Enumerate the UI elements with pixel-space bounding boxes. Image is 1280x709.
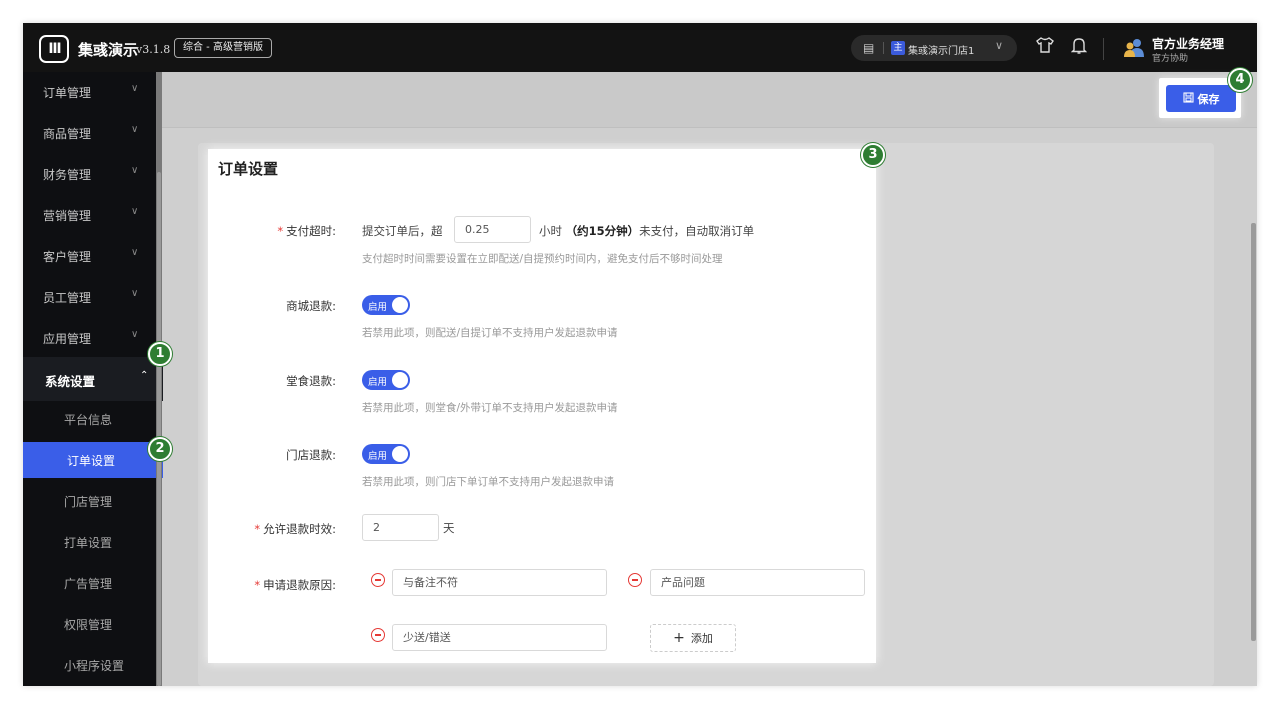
chevron-up-icon: ⌃: [140, 370, 149, 381]
step-badge-4: 4: [1228, 68, 1252, 92]
payment-timeout-hint: 支付超时时间需要设置在立即配送/自提预约时间内，避免支付后不够时间处理: [362, 253, 723, 265]
sidebar-item-apps[interactable]: 应用管理 ∨: [23, 318, 156, 359]
chevron-down-icon: ∨: [131, 165, 139, 176]
sidebar-subitem-miniprogram[interactable]: 小程序设置: [23, 647, 156, 683]
sidebar-subitem-ad-management[interactable]: 广告管理: [23, 565, 156, 601]
sidebar-item-marketing[interactable]: 营销管理 ∨: [23, 195, 156, 236]
store-icon: ▤: [863, 41, 875, 55]
store-refund-hint: 若禁用此项，则门店下单订单不支持用户发起退款申请: [362, 476, 614, 488]
remove-reason-icon[interactable]: [371, 573, 385, 587]
mall-refund-toggle[interactable]: 启用: [362, 295, 410, 315]
app-window: Ⅲ 集彧演示 v3.1.8 综合 - 高级营销版 ▤ 主 集彧演示门店1 ∨ 官…: [23, 23, 1257, 686]
dinein-refund-toggle[interactable]: 启用: [362, 370, 410, 390]
bell-icon[interactable]: [1070, 37, 1088, 59]
sidebar-item-system-settings[interactable]: 系统设置 ⌃: [23, 357, 163, 401]
user-name[interactable]: 官方业务经理: [1152, 35, 1224, 52]
chevron-down-icon: ∨: [131, 288, 139, 299]
app-logo: Ⅲ: [39, 35, 69, 63]
add-reason-button[interactable]: + 添加: [650, 624, 736, 652]
dinein-refund-hint: 若禁用此项，则堂食/外带订单不支持用户发起退款申请: [362, 402, 618, 414]
chevron-down-icon: ∨: [131, 247, 139, 258]
sidebar-subitem-order-settings[interactable]: 订单设置: [23, 442, 163, 478]
order-settings-card: 订单设置 * 支付超时: 提交订单后，超 0.25 小时 （约15分钟）未支付，自…: [208, 149, 876, 663]
step-badge-3: 3: [861, 143, 885, 167]
save-button[interactable]: 保存: [1166, 85, 1236, 112]
plan-badge: 综合 - 高级营销版: [174, 38, 272, 58]
sidebar-item-orders[interactable]: 订单管理 ∨: [23, 72, 156, 113]
remove-reason-icon[interactable]: [628, 573, 642, 587]
app-version: v3.1.8: [136, 43, 171, 56]
chevron-down-icon: ∨: [131, 329, 139, 340]
store-name: 集彧演示门店1: [908, 46, 975, 57]
refund-window-label: * 允许退款时效:: [254, 522, 336, 536]
payment-timeout-note: （约15分钟）: [565, 224, 640, 238]
sidebar-item-products[interactable]: 商品管理 ∨: [23, 113, 156, 154]
refund-window-input[interactable]: 2: [362, 514, 439, 541]
mall-refund-hint: 若禁用此项，则配送/自提订单不支持用户发起退款申请: [362, 327, 618, 339]
sidebar-subitem-print-settings[interactable]: 打单设置: [23, 524, 156, 560]
store-selector[interactable]: ▤ 主 集彧演示门店1 ∨: [851, 35, 1017, 61]
chevron-down-icon: ∨: [131, 124, 139, 135]
step-badge-2: 2: [148, 437, 172, 461]
sidebar: 订单管理 ∨ 商品管理 ∨ 财务管理 ∨ 营销管理 ∨ 客户管理 ∨ 员工管理 ∨ 应用管理…: [23, 72, 163, 686]
chevron-down-icon: ∨: [131, 206, 139, 217]
refund-reason-input[interactable]: 少送/错送: [392, 624, 607, 651]
refund-reason-input[interactable]: 产品问题: [650, 569, 865, 596]
payment-timeout-label: * 支付超时:: [277, 224, 336, 238]
refund-reason-input[interactable]: 与备注不符: [392, 569, 607, 596]
step-badge-1: 1: [148, 342, 172, 366]
dinein-refund-label: 堂食退款:: [286, 374, 336, 388]
app-name: 集彧演示: [78, 41, 139, 59]
sidebar-item-customers[interactable]: 客户管理 ∨: [23, 236, 156, 277]
payment-timeout-input[interactable]: 0.25: [454, 216, 531, 243]
top-header: Ⅲ 集彧演示 v3.1.8 综合 - 高级营销版 ▤ 主 集彧演示门店1 ∨ 官…: [23, 23, 1257, 72]
action-bar: [162, 72, 1257, 128]
chevron-down-icon: ∨: [995, 39, 1004, 52]
sidebar-subitem-platform-info[interactable]: 平台信息: [23, 401, 156, 437]
remove-reason-icon[interactable]: [371, 628, 385, 642]
page-title: 订单设置: [218, 160, 279, 178]
sidebar-item-finance[interactable]: 财务管理 ∨: [23, 154, 156, 195]
sidebar-subitem-store-management[interactable]: 门店管理: [23, 483, 156, 519]
refund-window-unit: 天: [443, 521, 455, 535]
sidebar-scrollbar[interactable]: [156, 72, 162, 686]
main-scrollbar[interactable]: [1251, 223, 1256, 641]
mall-refund-label: 商城退款:: [286, 299, 336, 313]
store-refund-toggle[interactable]: 启用: [362, 444, 410, 464]
payment-timeout-prefix: 提交订单后，超: [362, 224, 443, 238]
store-main-tag: 主: [891, 41, 905, 55]
store-refund-label: 门店退款:: [286, 448, 336, 462]
payment-timeout-unit: 小时: [539, 224, 562, 238]
shirt-icon[interactable]: [1035, 36, 1055, 59]
user-group-icon: [1123, 38, 1145, 58]
save-icon: [1182, 91, 1194, 106]
sidebar-item-staff[interactable]: 员工管理 ∨: [23, 277, 156, 318]
payment-timeout-suffix: 未支付，自动取消订单: [639, 224, 755, 238]
sidebar-subitem-permissions[interactable]: 权限管理: [23, 606, 156, 642]
chevron-down-icon: ∨: [131, 83, 139, 94]
refund-reasons-label: * 申请退款原因:: [254, 578, 336, 592]
plus-icon: +: [673, 630, 685, 646]
user-role: 官方协助: [1152, 54, 1189, 64]
